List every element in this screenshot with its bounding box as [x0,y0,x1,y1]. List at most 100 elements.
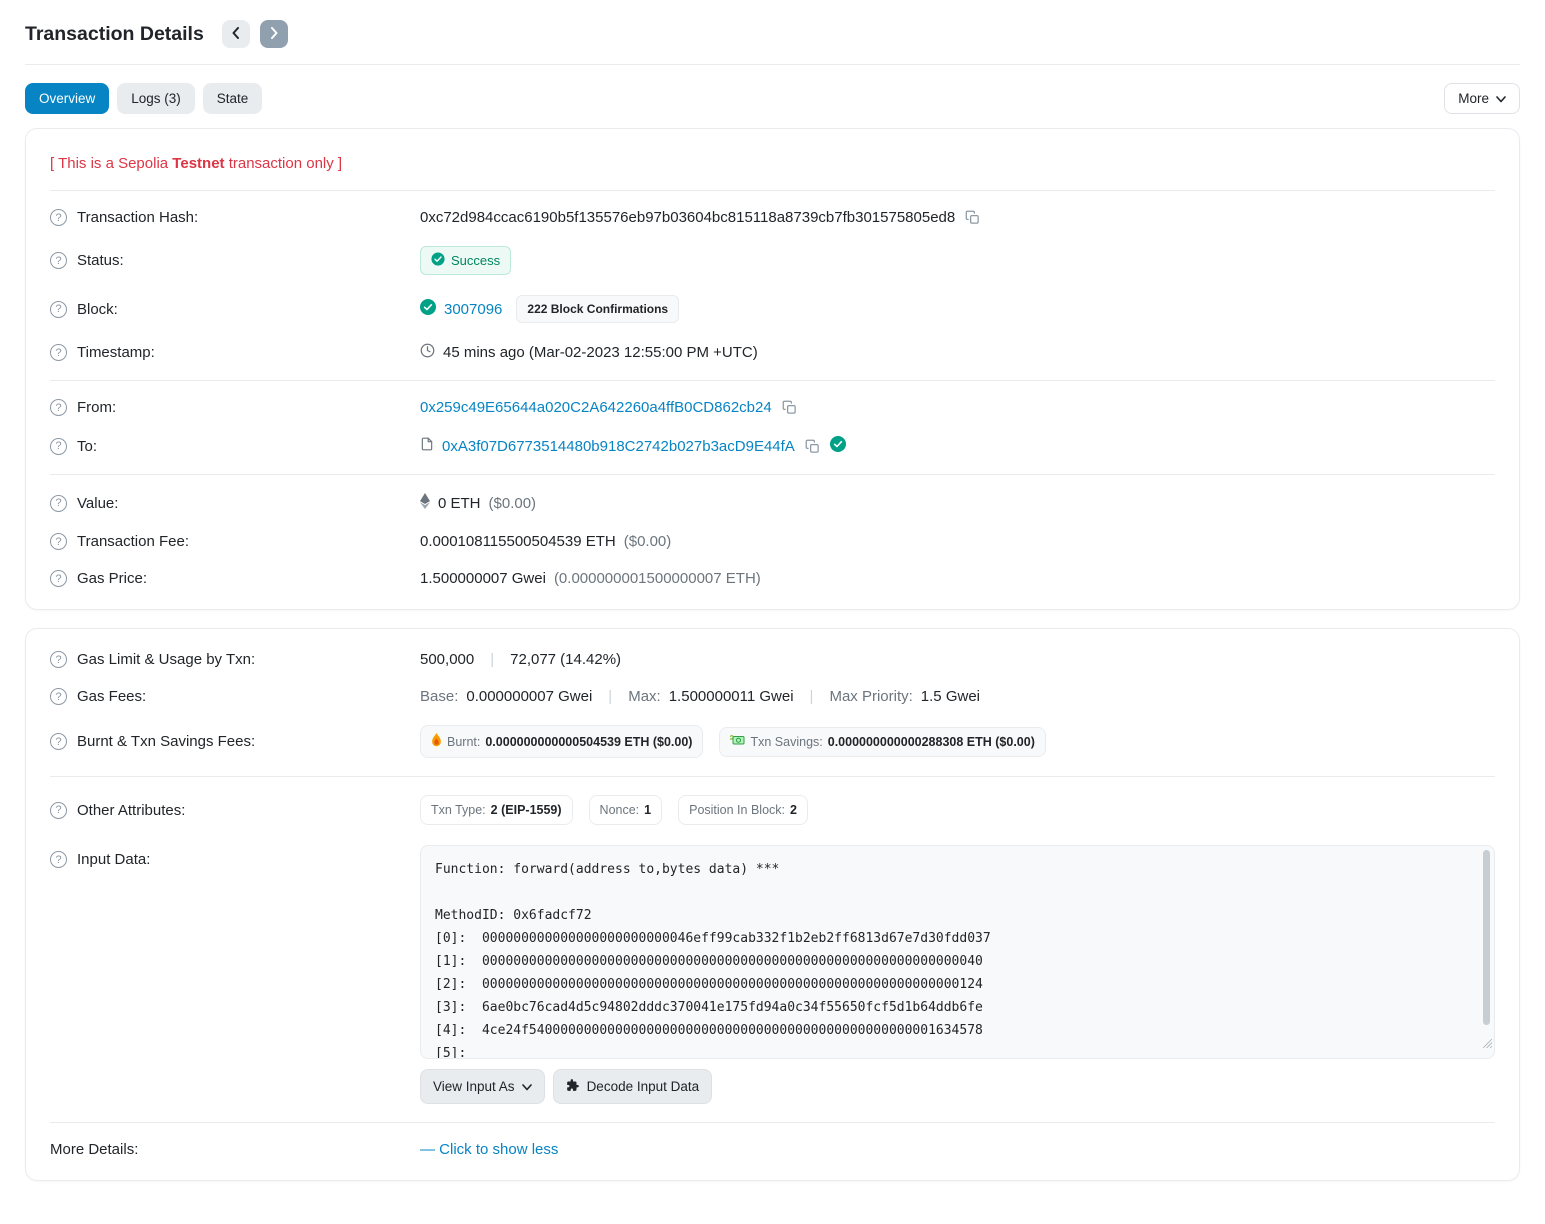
decode-input-data-button[interactable]: Decode Input Data [553,1069,713,1104]
transaction-hash-value: 0xc72d984ccac6190b5f135576eb97b03604bc81… [420,209,955,226]
position-in-block-label: Position In Block: [689,803,785,817]
value-label: Value: [77,495,118,512]
input-data-box[interactable]: Function: forward(address to,bytes data)… [420,845,1495,1059]
copy-icon[interactable] [803,439,822,454]
gas-limit-value: 500,000 [420,651,474,668]
to-label: To: [77,438,97,455]
base-fee-label: Base: [420,688,458,705]
transaction-fee-amount: 0.000108115500504539 ETH [420,533,616,550]
row-to: ? To: 0xA3f07D6773514480b918C2742b027b3a… [50,426,1495,466]
gas-fees-label: Gas Fees: [77,688,146,705]
block-check-icon [420,299,436,319]
tabs: Overview Logs (3) State [25,83,262,114]
tab-state[interactable]: State [203,83,263,114]
row-other-attributes: ? Other Attributes: Txn Type: 2 (EIP-155… [50,785,1495,835]
tab-overview[interactable]: Overview [25,83,109,114]
tab-logs[interactable]: Logs (3) [117,83,195,114]
transaction-hash-label: Transaction Hash: [77,209,198,226]
gas-price-amount: 1.500000007 Gwei [420,570,546,587]
txn-savings-value: 0.000000000000288308 ETH ($0.00) [828,735,1035,749]
divider [50,474,1495,475]
row-timestamp: ? Timestamp: 45 mins ago (Mar-02-2023 12… [50,333,1495,372]
from-label: From: [77,399,116,416]
row-gas-fees: ? Gas Fees: Base: 0.000000007 Gwei | Max… [50,678,1495,715]
input-data-line: [5]: [435,1042,1468,1059]
more-button[interactable]: More [1444,83,1520,114]
help-icon[interactable]: ? [50,802,67,819]
base-fee-value: 0.000000007 Gwei [466,688,592,705]
row-gas-price: ? Gas Price: 1.500000007 Gwei (0.0000000… [50,560,1495,597]
scrollbar-thumb[interactable] [1483,850,1490,1025]
help-icon[interactable]: ? [50,399,67,416]
resize-handle[interactable] [1483,1033,1492,1056]
input-data-line: [1]: 00000000000000000000000000000000000… [435,950,1468,973]
max-fee-value: 1.500000011 Gwei [669,688,794,705]
more-button-label: More [1458,91,1489,106]
chevron-left-icon [232,27,240,42]
other-attributes-label: Other Attributes: [77,802,185,819]
timestamp-label: Timestamp: [77,344,155,361]
block-confirmations-badge: 222 Block Confirmations [516,295,679,323]
page-header: Transaction Details [25,16,1520,65]
to-address-link[interactable]: 0xA3f07D6773514480b918C2742b027b3acD9E44… [442,438,795,455]
nonce-badge: Nonce: 1 [589,795,663,825]
help-icon[interactable]: ? [50,495,67,512]
row-burnt-savings: ? Burnt & Txn Savings Fees: Burnt: 0.000… [50,715,1495,768]
more-details-label: More Details: [50,1141,138,1158]
txn-type-badge: Txn Type: 2 (EIP-1559) [420,795,573,825]
help-icon[interactable]: ? [50,688,67,705]
clock-icon [420,343,435,362]
transaction-fee-label: Transaction Fee: [77,533,189,550]
overview-card: [ This is a Sepolia Testnet transaction … [25,128,1520,610]
help-icon[interactable]: ? [50,733,67,750]
show-less-link[interactable]: — Click to show less [420,1141,558,1158]
money-wings-icon [730,735,745,749]
page-title: Transaction Details [25,23,204,46]
help-icon[interactable]: ? [50,252,67,269]
copy-icon[interactable] [780,400,799,415]
tabs-row: Overview Logs (3) State More [25,83,1520,114]
row-from: ? From: 0x259c49E65644a020C2A642260a4ffB… [50,389,1495,426]
nonce-label: Nonce: [600,803,640,817]
input-data-label: Input Data: [77,851,150,868]
testnet-notice: [ This is a Sepolia Testnet transaction … [50,141,1495,191]
input-data-actions: View Input As Decode Input Data [420,1069,1495,1104]
testnet-notice-post: transaction only ] [225,155,343,172]
max-priority-fee-label: Max Priority: [829,688,912,705]
gas-price-label: Gas Price: [77,570,147,587]
help-icon[interactable]: ? [50,533,67,550]
details-card: ? Gas Limit & Usage by Txn: 500,000 | 72… [25,628,1520,1181]
position-in-block-badge: Position In Block: 2 [678,795,808,825]
row-transaction-hash: ? Transaction Hash: 0xc72d984ccac6190b5f… [50,199,1495,236]
row-value: ? Value: 0 ETH ($0.00) [50,483,1495,523]
timestamp-value: 45 mins ago (Mar-02-2023 12:55:00 PM +UT… [443,344,758,361]
row-transaction-fee: ? Transaction Fee: 0.000108115500504539 … [50,523,1495,560]
help-icon[interactable]: ? [50,344,67,361]
row-status: ? Status: Success [50,236,1495,285]
view-input-as-button[interactable]: View Input As [420,1069,545,1104]
value-amount: 0 ETH [438,495,481,512]
next-transaction-button[interactable] [260,20,288,48]
max-priority-fee-value: 1.5 Gwei [921,688,980,705]
burnt-badge: Burnt: 0.000000000000504539 ETH ($0.00) [420,725,703,758]
help-icon[interactable]: ? [50,851,67,868]
divider [50,776,1495,777]
copy-icon[interactable] [963,210,982,225]
from-address-link[interactable]: 0x259c49E65644a020C2A642260a4ffB0CD862cb… [420,399,772,416]
row-gas-limit: ? Gas Limit & Usage by Txn: 500,000 | 72… [50,641,1495,678]
gas-usage-value: 72,077 (14.42%) [510,651,621,668]
gas-limit-label: Gas Limit & Usage by Txn: [77,651,255,668]
input-data-scrollbar[interactable] [1482,850,1490,1054]
prev-transaction-button[interactable] [222,20,250,48]
block-number-link[interactable]: 3007096 [444,301,502,318]
txn-type-value: 2 (EIP-1559) [491,803,562,817]
chevron-down-icon [1496,91,1506,106]
testnet-notice-pre: [ This is a Sepolia [50,155,172,172]
help-icon[interactable]: ? [50,301,67,318]
help-icon[interactable]: ? [50,438,67,455]
help-icon[interactable]: ? [50,651,67,668]
status-badge-text: Success [451,253,500,268]
help-icon[interactable]: ? [50,209,67,226]
help-icon[interactable]: ? [50,570,67,587]
testnet-notice-bold: Testnet [172,155,224,172]
